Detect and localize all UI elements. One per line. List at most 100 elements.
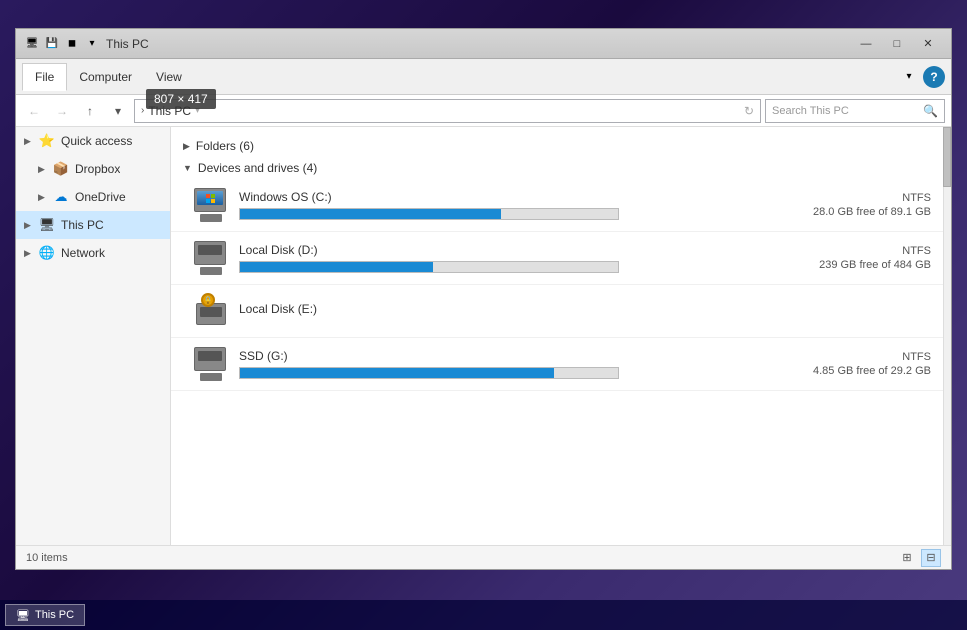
address-refresh-icon[interactable]: ↻ xyxy=(744,104,754,118)
scrollbar-thumb[interactable] xyxy=(943,127,951,187)
drive-d[interactable]: Local Disk (D:) NTFS 239 GB free of 484 … xyxy=(171,232,951,285)
quick-access-icon: ⭐ xyxy=(38,132,56,150)
save-icon: 💾 xyxy=(44,36,60,52)
view-toggle-buttons: ⊞ ⊟ xyxy=(897,549,941,567)
onedrive-icon: ☁ xyxy=(52,188,70,206)
taskbar-explorer-label: This PC xyxy=(35,609,74,621)
item-count: 10 items xyxy=(26,552,68,564)
drive-d-bar xyxy=(239,261,619,273)
devices-chevron: ▼ xyxy=(183,163,192,173)
monitor-icon: 🖥 xyxy=(24,36,40,52)
ribbon-expand-arrow[interactable]: ▾ xyxy=(899,67,919,87)
drive-g-bar-fill xyxy=(240,368,554,378)
drive-g-meta: NTFS 4.85 GB free of 29.2 GB xyxy=(731,351,931,377)
titlebar-app-icons: 🖥 💾 ◼ ▾ xyxy=(24,36,100,52)
tab-view[interactable]: View xyxy=(144,64,194,90)
drive-g[interactable]: SSD (G:) NTFS 4.85 GB free of 29.2 GB xyxy=(171,338,951,391)
statusbar: 10 items ⊞ ⊟ xyxy=(16,545,951,569)
help-button[interactable]: ? xyxy=(923,66,945,88)
sidebar-item-quick-access[interactable]: ▶ ⭐ Quick access xyxy=(16,127,170,155)
drive-g-fs: NTFS xyxy=(751,351,931,363)
main-area: ▶ ⭐ Quick access ▶ 📦 Dropbox ▶ ☁ OneDriv… xyxy=(16,127,951,545)
tab-file[interactable]: File xyxy=(22,63,67,91)
devices-section-header[interactable]: ▼ Devices and drives (4) xyxy=(171,157,951,179)
drive-c-bar xyxy=(239,208,619,220)
close-button[interactable]: ✕ xyxy=(913,34,943,54)
sidebar-item-network[interactable]: ▶ 🌐 Network xyxy=(16,239,170,267)
recent-locations-button[interactable]: ▾ xyxy=(106,99,130,123)
addressbar: ← → ↑ ▾ › This PC ▾ ↻ Search This PC 🔍 xyxy=(16,95,951,127)
large-icons-view-button[interactable]: ⊟ xyxy=(921,549,941,567)
drive-e-meta xyxy=(731,310,931,312)
drive-c-meta: NTFS 28.0 GB free of 89.1 GB xyxy=(731,192,931,218)
drive-d-info: Local Disk (D:) xyxy=(231,243,731,273)
vertical-scrollbar[interactable] xyxy=(943,127,951,545)
menu-icon: ◼ xyxy=(64,36,80,52)
search-icon: 🔍 xyxy=(923,104,938,118)
sidebar-item-dropbox[interactable]: ▶ 📦 Dropbox xyxy=(16,155,170,183)
dropbox-icon: 📦 xyxy=(52,160,70,178)
network-arrow: ▶ xyxy=(24,248,36,259)
address-text: This PC xyxy=(148,104,191,118)
sidebar-item-thispc[interactable]: ▶ 🖥 This PC xyxy=(16,211,170,239)
dropdown-arrow-icon: ▾ xyxy=(84,36,100,52)
up-button[interactable]: ↑ xyxy=(78,99,102,123)
thispc-icon: 🖥 xyxy=(38,216,56,234)
folders-chevron: ▶ xyxy=(183,141,190,152)
drive-c-bar-fill xyxy=(240,209,501,219)
drive-g-icon xyxy=(191,346,231,382)
tab-computer[interactable]: Computer xyxy=(67,64,144,90)
thispc-label: This PC xyxy=(61,218,104,232)
taskbar-explorer-item[interactable]: 🖥 This PC xyxy=(5,604,85,626)
breadcrumb-arrow: › xyxy=(141,105,144,116)
drive-c-name: Windows OS (C:) xyxy=(239,190,731,204)
content-pane: ▶ Folders (6) ▼ Devices and drives (4) xyxy=(171,127,951,545)
drive-d-bar-fill xyxy=(240,262,433,272)
ribbon: File Computer View ▾ ? xyxy=(16,59,951,95)
maximize-button[interactable]: □ xyxy=(882,34,912,54)
quick-access-arrow: ▶ xyxy=(24,136,36,147)
drive-g-name: SSD (G:) xyxy=(239,349,731,363)
drive-d-name: Local Disk (D:) xyxy=(239,243,731,257)
folders-section-header[interactable]: ▶ Folders (6) xyxy=(171,135,951,157)
quick-access-label: Quick access xyxy=(61,134,132,148)
drive-e-info: Local Disk (E:) xyxy=(231,302,731,320)
network-label: Network xyxy=(61,246,105,260)
sidebar-item-onedrive[interactable]: ▶ ☁ OneDrive xyxy=(16,183,170,211)
devices-title: Devices and drives (4) xyxy=(198,161,317,175)
dropbox-label: Dropbox xyxy=(75,162,120,176)
drive-e-icon: 🔒 xyxy=(191,293,231,329)
drive-c[interactable]: Windows OS (C:) NTFS 28.0 GB free of 89.… xyxy=(171,179,951,232)
search-box[interactable]: Search This PC 🔍 xyxy=(765,99,945,123)
details-view-button[interactable]: ⊞ xyxy=(897,549,917,567)
forward-button[interactable]: → xyxy=(50,99,74,123)
drive-c-info: Windows OS (C:) xyxy=(231,190,731,220)
address-input[interactable]: › This PC ▾ ↻ xyxy=(134,99,761,123)
network-icon: 🌐 xyxy=(38,244,56,262)
drive-g-bar xyxy=(239,367,619,379)
window-title: This PC xyxy=(106,37,851,51)
drive-e-name: Local Disk (E:) xyxy=(239,302,731,316)
dropbox-arrow: ▶ xyxy=(38,164,50,175)
address-dropdown-icon: ▾ xyxy=(195,105,200,116)
drive-g-space: 4.85 GB free of 29.2 GB xyxy=(751,365,931,377)
titlebar: 🖥 💾 ◼ ▾ This PC 807 × 417 — □ ✕ xyxy=(16,29,951,59)
drive-c-icon xyxy=(191,187,231,223)
taskbar-explorer-icon: 🖥 xyxy=(16,609,30,622)
onedrive-arrow: ▶ xyxy=(38,192,50,203)
drive-d-fs: NTFS xyxy=(751,245,931,257)
drive-e[interactable]: 🔒 Local Disk (E:) xyxy=(171,285,951,338)
thispc-arrow: ▶ xyxy=(24,220,36,231)
folders-title: Folders (6) xyxy=(196,139,254,153)
back-button[interactable]: ← xyxy=(22,99,46,123)
window-controls: — □ ✕ xyxy=(851,34,943,54)
drive-c-space: 28.0 GB free of 89.1 GB xyxy=(751,206,931,218)
taskbar: 🖥 This PC xyxy=(0,600,967,630)
file-explorer-window: 🖥 💾 ◼ ▾ This PC 807 × 417 — □ ✕ File Com… xyxy=(15,28,952,570)
drive-d-space: 239 GB free of 484 GB xyxy=(751,259,931,271)
minimize-button[interactable]: — xyxy=(851,34,881,54)
search-placeholder: Search This PC xyxy=(772,105,923,117)
drive-d-meta: NTFS 239 GB free of 484 GB xyxy=(731,245,931,271)
drive-d-icon xyxy=(191,240,231,276)
ribbon-right-controls: ▾ ? xyxy=(899,66,945,88)
